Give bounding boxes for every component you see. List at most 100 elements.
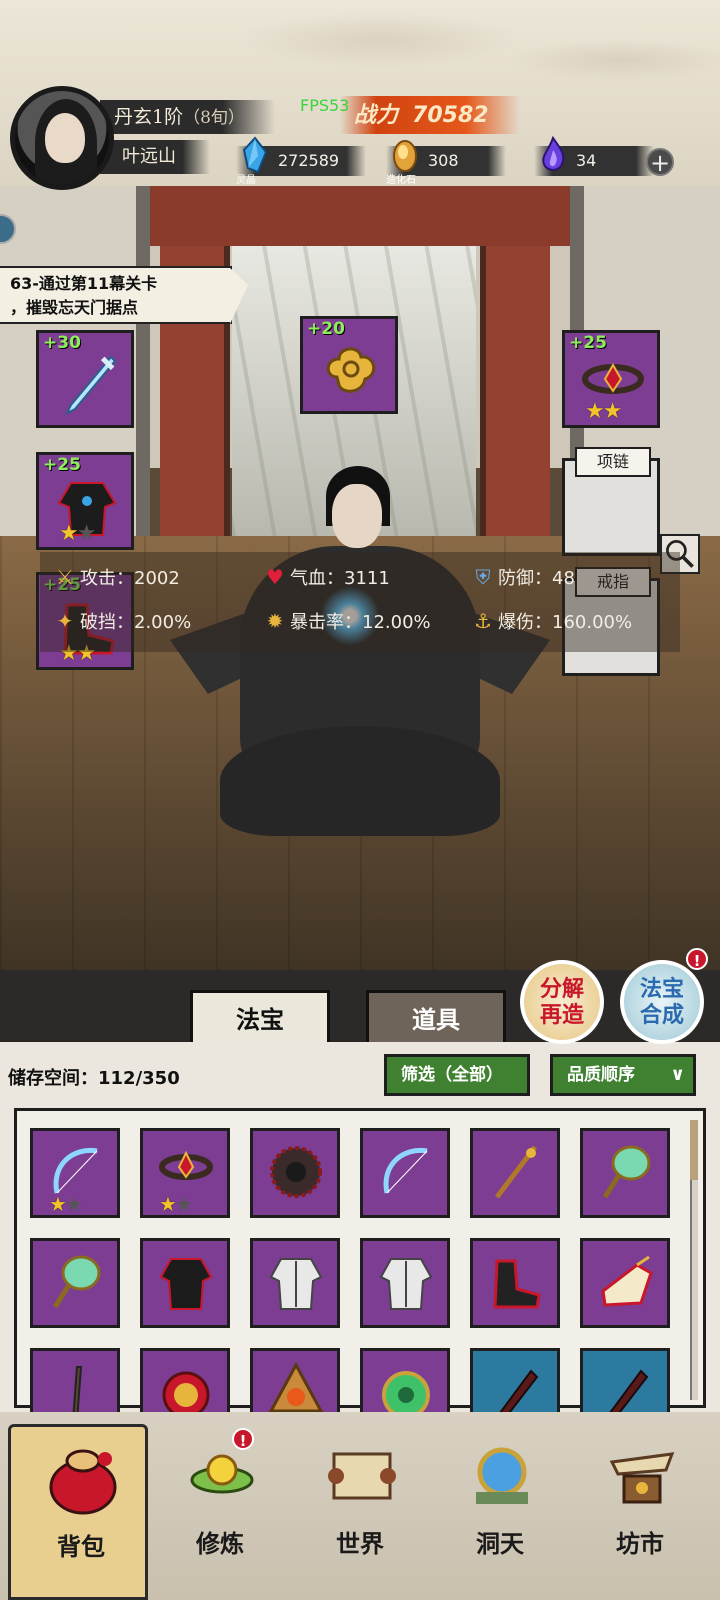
equip-slot-armor[interactable]: +25 ★★ — [36, 452, 134, 550]
stat-crit-rate-value: 暴击率：12.00% — [290, 612, 431, 633]
robe-icon — [159, 1258, 213, 1310]
nav-cave-realm[interactable]: 洞天 — [430, 1424, 570, 1600]
golden-cloud-icon — [326, 347, 376, 393]
star-rating: ★★ — [49, 1192, 83, 1216]
stat-hp: ♥ 气血：3111 — [262, 562, 390, 592]
stat-break-value: 破挡：2.00% — [80, 612, 192, 633]
synthesize-line-2: 合成 — [639, 1002, 684, 1028]
stats-panel: ⚔ 攻击：2002 ♥ 气血：3111 ⛨ 防御：48 ✦ 破挡：2.00% ✹ 暴击率：… — [40, 552, 680, 652]
player-avatar[interactable] — [10, 86, 114, 190]
quest-line-2: ，摧毁忘天门据点 — [10, 298, 139, 317]
nav-backpack[interactable]: 背包 — [8, 1424, 148, 1600]
currency-spirit-crystal: 272589 灵晶 — [236, 136, 366, 186]
currency-caption: 造化石 — [386, 175, 416, 186]
inventory-item[interactable] — [580, 1128, 670, 1218]
inventory-item[interactable]: ★★ — [140, 1128, 230, 1218]
equip-slot-talisman[interactable]: +20 — [300, 316, 398, 414]
filter-button[interactable]: 筛选（全部） — [384, 1054, 530, 1096]
sort-dropdown[interactable]: 品质顺序 ∨ — [550, 1054, 696, 1096]
alert-badge: ! — [232, 1428, 254, 1450]
jade-mirror-icon — [52, 1255, 101, 1309]
inventory-item[interactable] — [470, 1128, 560, 1218]
inventory-item[interactable] — [250, 1128, 340, 1218]
rank-sub-text: （8旬） — [183, 108, 245, 128]
star-rating: ★★ — [585, 399, 622, 424]
golden-boots-icon — [601, 1255, 653, 1307]
nav-cultivate[interactable]: 修炼 — [150, 1424, 290, 1600]
nav-label: 洞天 — [476, 1529, 524, 1558]
inventory-item[interactable] — [30, 1238, 120, 1328]
combat-power-value: 70582 — [412, 103, 489, 128]
heart-icon: ♥ — [266, 565, 284, 589]
enhance-level: +20 — [307, 319, 345, 339]
currency-amount: 34 — [576, 151, 597, 170]
chevron-down-icon: ∨ — [670, 1064, 685, 1085]
dismantle-button[interactable]: 分解 再造 — [520, 960, 604, 1044]
bow-icon — [383, 1147, 428, 1194]
nav-market[interactable]: 坊市 — [570, 1424, 710, 1600]
currency-purple-flame: 34 — [534, 136, 654, 176]
star-rating: ★★ — [59, 521, 96, 546]
add-currency-button[interactable]: + — [646, 148, 674, 176]
stat-hp-value: 气血：3111 — [290, 568, 390, 589]
boots-icon — [493, 1259, 541, 1309]
inventory-item[interactable] — [360, 1238, 450, 1328]
backpack-icon — [49, 1449, 117, 1515]
inventory-item[interactable] — [580, 1238, 670, 1328]
equip-slot-weapon[interactable]: +30 — [36, 330, 134, 428]
stat-attack: ⚔ 攻击：2002 — [52, 562, 180, 592]
equip-slot-necklace[interactable]: 项链 — [562, 447, 660, 556]
inventory-item[interactable] — [250, 1238, 340, 1328]
character-head — [332, 484, 382, 548]
sword-stat-icon: ⚔ — [56, 565, 74, 589]
inventory-item[interactable] — [470, 1238, 560, 1328]
sword-icon — [64, 355, 117, 416]
dismantle-line-1: 分解 — [539, 976, 584, 1002]
storage-capacity: 储存空间：112/350 — [8, 1068, 180, 1089]
market-icon — [609, 1452, 675, 1504]
quest-tracker[interactable]: 63-通过第11幕关卡 ，摧毁忘天门据点 — [0, 266, 248, 324]
sort-label: 品质顺序 — [567, 1065, 635, 1085]
scrollbar-thumb[interactable] — [690, 1120, 698, 1180]
dark-wheel-icon — [270, 1146, 322, 1198]
synthesize-button[interactable]: 法宝 合成 — [620, 960, 704, 1044]
equip-slot-headband[interactable]: +25 ★★ — [562, 330, 660, 428]
crit-icon: ✹ — [266, 609, 284, 633]
tab-strip — [0, 970, 720, 1040]
character-legs — [220, 726, 500, 836]
stat-defense-value: 防御：48 — [498, 568, 575, 589]
tab-treasure[interactable]: 法宝 — [190, 990, 330, 1044]
currency-creation-stone: 308 造化石 — [386, 140, 506, 186]
inventory-item[interactable] — [140, 1238, 230, 1328]
combat-power: 战力 70582 — [340, 96, 520, 134]
dismantle-line-2: 再造 — [539, 1002, 584, 1028]
star-rating: ★★ — [159, 1192, 193, 1216]
player-name: 叶远山 — [100, 140, 210, 174]
alert-badge: ! — [686, 948, 708, 970]
synthesize-line-1: 法宝 — [639, 976, 684, 1002]
shield-icon: ⛨ — [475, 565, 491, 589]
nav-world[interactable]: 世界 — [290, 1424, 430, 1600]
rank-text: 丹玄1阶 — [114, 106, 184, 128]
purple-flame-icon — [542, 136, 565, 171]
lotus-icon — [190, 1454, 254, 1494]
stat-break: ✦ 破挡：2.00% — [52, 606, 192, 636]
portal-icon — [476, 1447, 528, 1504]
nav-label: 修炼 — [196, 1529, 244, 1558]
staff-icon — [495, 1145, 537, 1199]
enhance-level: +25 — [43, 455, 81, 475]
white-robe-icon — [269, 1258, 323, 1310]
nav-label: 背包 — [57, 1532, 105, 1561]
quest-line-1: 63-通过第11幕关卡 — [10, 274, 158, 293]
player-character — [170, 456, 550, 926]
crit-damage-icon: ⚓ — [474, 609, 492, 633]
jade-mirror-icon — [602, 1145, 651, 1199]
nav-label: 坊市 — [616, 1529, 664, 1558]
door-lintel — [150, 186, 570, 246]
inventory-item[interactable]: ★★ — [30, 1128, 120, 1218]
map-scroll-icon — [328, 1452, 396, 1500]
inventory-item[interactable] — [360, 1128, 450, 1218]
tab-items[interactable]: 道具 — [366, 990, 506, 1044]
stat-crit-dmg-value: 爆伤：160.00% — [498, 612, 633, 633]
stat-defense: ⛨ 防御：48 — [470, 562, 575, 592]
